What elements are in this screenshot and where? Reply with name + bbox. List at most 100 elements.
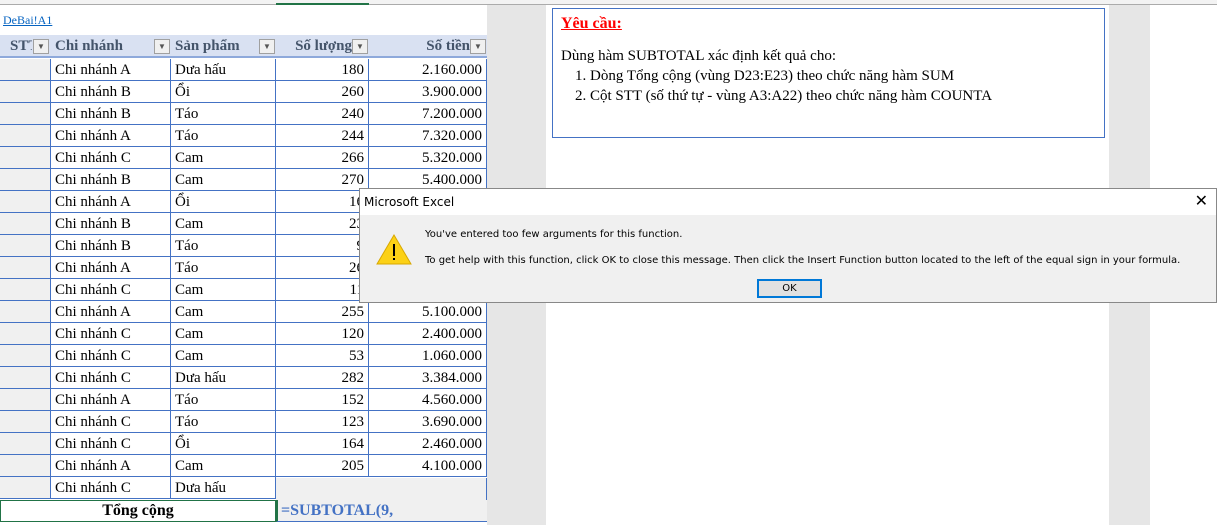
stt-cell[interactable]: [0, 59, 51, 81]
branch-cell[interactable]: Chi nhánh A: [51, 301, 171, 323]
stt-cell[interactable]: [0, 169, 51, 191]
product-cell[interactable]: Cam: [171, 279, 276, 301]
product-cell[interactable]: Cam: [171, 169, 276, 191]
product-cell[interactable]: Ổi: [171, 191, 276, 213]
product-cell[interactable]: Dưa hấu: [171, 367, 276, 389]
stt-cell[interactable]: [0, 389, 51, 411]
stt-cell[interactable]: [0, 147, 51, 169]
quantity-cell[interactable]: 282: [276, 367, 369, 389]
stt-cell[interactable]: [0, 411, 51, 433]
amount-cell[interactable]: 2.160.000: [369, 59, 487, 81]
product-cell[interactable]: Táo: [171, 103, 276, 125]
branch-cell[interactable]: Chi nhánh A: [51, 389, 171, 411]
product-cell[interactable]: Táo: [171, 257, 276, 279]
branch-cell[interactable]: Chi nhánh A: [51, 59, 171, 81]
product-cell[interactable]: Cam: [171, 147, 276, 169]
stt-cell[interactable]: [0, 81, 51, 103]
amount-cell[interactable]: 1.060.000: [369, 345, 487, 367]
stt-cell[interactable]: [0, 323, 51, 345]
product-cell[interactable]: Táo: [171, 235, 276, 257]
filter-dropdown-icon[interactable]: ▼: [33, 39, 49, 54]
filter-dropdown-icon[interactable]: ▼: [470, 39, 486, 54]
branch-cell[interactable]: Chi nhánh B: [51, 81, 171, 103]
branch-cell[interactable]: Chi nhánh A: [51, 257, 171, 279]
branch-cell[interactable]: Chi nhánh C: [51, 477, 171, 499]
stt-cell[interactable]: [0, 433, 51, 455]
formula-edit-cell[interactable]: =SUBTOTAL(9,: [276, 500, 487, 522]
quantity-cell[interactable]: 266: [276, 147, 369, 169]
amount-cell[interactable]: 5.320.000: [369, 147, 487, 169]
branch-cell[interactable]: Chi nhánh C: [51, 433, 171, 455]
amount-cell[interactable]: 7.200.000: [369, 103, 487, 125]
quantity-cell[interactable]: 152: [276, 389, 369, 411]
amount-cell[interactable]: 5.100.000: [369, 301, 487, 323]
amount-cell[interactable]: 4.100.000: [369, 455, 487, 477]
product-cell[interactable]: Táo: [171, 411, 276, 433]
filter-dropdown-icon[interactable]: ▼: [259, 39, 275, 54]
quantity-cell[interactable]: 180: [276, 59, 369, 81]
product-cell[interactable]: Ổi: [171, 81, 276, 103]
branch-cell[interactable]: Chi nhánh C: [51, 147, 171, 169]
stt-cell[interactable]: [0, 191, 51, 213]
quantity-cell[interactable]: 26: [276, 257, 369, 279]
quantity-cell[interactable]: 244: [276, 125, 369, 147]
product-cell[interactable]: Táo: [171, 125, 276, 147]
stt-cell[interactable]: [0, 125, 51, 147]
quantity-cell[interactable]: 120: [276, 323, 369, 345]
quantity-cell[interactable]: 23: [276, 213, 369, 235]
stt-cell[interactable]: [0, 367, 51, 389]
filter-dropdown-icon[interactable]: ▼: [352, 39, 368, 54]
quantity-cell[interactable]: 164: [276, 433, 369, 455]
product-cell[interactable]: Cam: [171, 455, 276, 477]
stt-cell[interactable]: [0, 345, 51, 367]
branch-cell[interactable]: Chi nhánh A: [51, 125, 171, 147]
column-headers[interactable]: [0, 0, 1217, 5]
amount-cell[interactable]: 7.320.000: [369, 125, 487, 147]
branch-cell[interactable]: Chi nhánh C: [51, 367, 171, 389]
product-cell[interactable]: Dưa hấu: [171, 59, 276, 81]
stt-cell[interactable]: [0, 477, 51, 499]
product-cell[interactable]: Cam: [171, 345, 276, 367]
stt-cell[interactable]: [0, 213, 51, 235]
branch-cell[interactable]: Chi nhánh B: [51, 169, 171, 191]
amount-cell[interactable]: 3.690.000: [369, 411, 487, 433]
stt-cell[interactable]: [0, 455, 51, 477]
amount-cell[interactable]: 3.384.000: [369, 367, 487, 389]
stt-cell[interactable]: [0, 301, 51, 323]
quantity-cell[interactable]: 240: [276, 103, 369, 125]
amount-cell[interactable]: 4.560.000: [369, 389, 487, 411]
filter-dropdown-icon[interactable]: ▼: [154, 39, 170, 54]
requirements-textbox[interactable]: Yêu cầu: Dùng hàm SUBTOTAL xác định kết …: [552, 8, 1105, 138]
branch-cell[interactable]: Chi nhánh B: [51, 235, 171, 257]
amount-cell[interactable]: 2.460.000: [369, 433, 487, 455]
product-cell[interactable]: Cam: [171, 213, 276, 235]
branch-cell[interactable]: Chi nhánh B: [51, 213, 171, 235]
quantity-cell[interactable]: 255: [276, 301, 369, 323]
quantity-cell[interactable]: 260: [276, 81, 369, 103]
branch-cell[interactable]: Chi nhánh B: [51, 103, 171, 125]
product-cell[interactable]: Ổi: [171, 433, 276, 455]
branch-cell[interactable]: Chi nhánh A: [51, 191, 171, 213]
product-cell[interactable]: Cam: [171, 301, 276, 323]
stt-cell[interactable]: [0, 235, 51, 257]
quantity-cell[interactable]: 205: [276, 455, 369, 477]
branch-cell[interactable]: Chi nhánh A: [51, 455, 171, 477]
branch-cell[interactable]: Chi nhánh C: [51, 323, 171, 345]
stt-cell[interactable]: [0, 103, 51, 125]
amount-cell[interactable]: 2.400.000: [369, 323, 487, 345]
stt-cell[interactable]: [0, 257, 51, 279]
branch-cell[interactable]: Chi nhánh C: [51, 345, 171, 367]
branch-cell[interactable]: Chi nhánh C: [51, 279, 171, 301]
quantity-cell[interactable]: 9: [276, 235, 369, 257]
ok-button[interactable]: OK: [757, 279, 822, 298]
product-cell[interactable]: Dưa hấu: [171, 477, 276, 499]
quantity-cell[interactable]: 270: [276, 169, 369, 191]
product-cell[interactable]: Cam: [171, 323, 276, 345]
stt-cell[interactable]: [0, 279, 51, 301]
quantity-cell[interactable]: 53: [276, 345, 369, 367]
product-cell[interactable]: Táo: [171, 389, 276, 411]
quantity-cell[interactable]: 16: [276, 191, 369, 213]
quantity-cell[interactable]: 123: [276, 411, 369, 433]
debai-link[interactable]: DeBai!A1: [3, 13, 52, 28]
quantity-cell[interactable]: 11: [276, 279, 369, 301]
